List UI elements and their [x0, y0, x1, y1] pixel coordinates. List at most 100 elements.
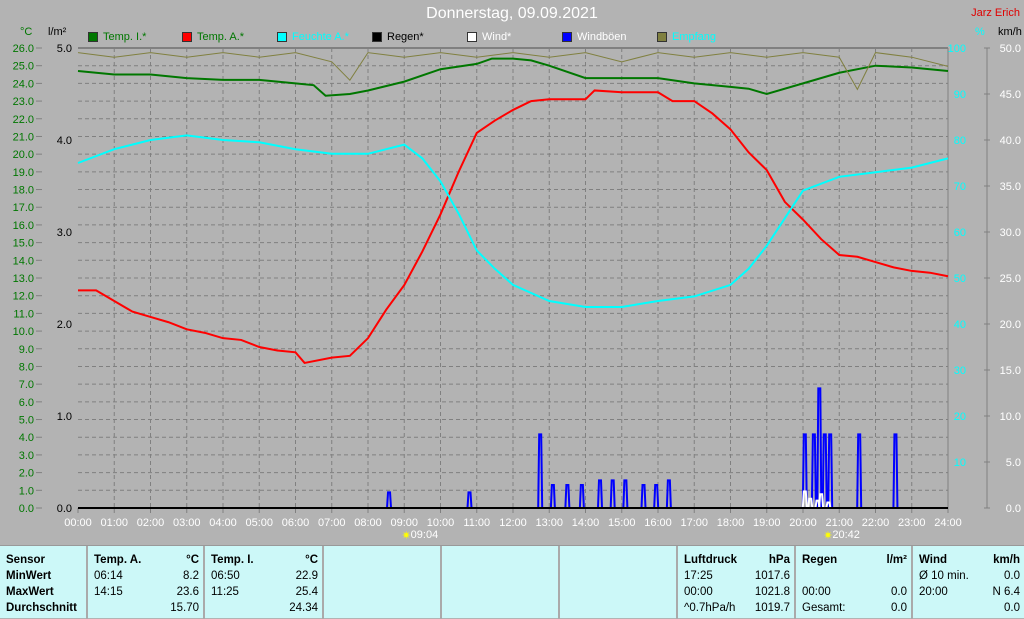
- min-time: 17:25: [684, 570, 713, 582]
- unit: hPa: [768, 554, 790, 566]
- sensor-col: Sensor MinWert MaxWert Durchschnitt: [0, 546, 88, 619]
- temp-tick: 11.0: [13, 308, 34, 320]
- sunrise-time: 09:04: [411, 529, 439, 541]
- x-tick: 01:00: [100, 517, 128, 529]
- rain-tick: 3.0: [57, 227, 72, 239]
- x-tick: 03:00: [173, 517, 201, 529]
- temp-tick: 9.0: [19, 344, 34, 356]
- wind-tick: 0.0: [1006, 503, 1021, 515]
- temp-tick: 7.0: [19, 379, 34, 391]
- rain-tick: 2.0: [57, 319, 72, 331]
- avg-val: 24.34: [289, 602, 318, 614]
- temp-tick: 16.0: [13, 220, 34, 232]
- x-tick: 17:00: [680, 517, 708, 529]
- rain-tick: 4.0: [57, 135, 72, 147]
- wind-tick: 20.0: [1000, 319, 1021, 331]
- gust-val: 0.0: [1004, 602, 1020, 614]
- temp-tick: 13.0: [13, 273, 34, 285]
- x-tick: 13:00: [535, 517, 563, 529]
- avg-val: 0.0: [1004, 570, 1020, 582]
- wind-tick: 25.0: [1000, 273, 1021, 285]
- temp-tick: 23.0: [13, 96, 34, 108]
- max-time: 20:00: [919, 586, 948, 598]
- temp-tick: 4.0: [19, 432, 34, 444]
- wind-tick: 5.0: [1006, 457, 1021, 469]
- hum-tick: 20: [954, 411, 966, 423]
- min-val: 22.9: [295, 570, 318, 582]
- tempA-col: Temp. A. °C 06:14 8.2 14:15 23.6 15.70: [88, 546, 205, 619]
- min-time: 06:50: [211, 570, 240, 582]
- temp-tick: 1.0: [19, 485, 34, 497]
- pressure-col: Luftdruck hPa 17:25 1017.6 00:00 1021.8 ^0.…: [678, 546, 796, 619]
- unit: l/m²: [886, 554, 907, 566]
- total-val: 0.0: [891, 602, 907, 614]
- temp-tick: 26.0: [13, 43, 34, 55]
- min-val: 1017.6: [754, 570, 790, 582]
- wind-tick: 50.0: [1000, 43, 1021, 55]
- temp-tick: 12.0: [13, 291, 34, 303]
- x-tick: 18:00: [717, 517, 745, 529]
- temp-tick: 0.0: [19, 503, 34, 515]
- min-label: MinWert: [6, 570, 52, 582]
- avg-val: 15.70: [170, 602, 199, 614]
- x-tick: 05:00: [245, 517, 273, 529]
- wind-col: Wind km/h Ø 10 min. 0.0 20:00 N 6.4 0.0: [913, 546, 1024, 619]
- wind-tick: 15.0: [1000, 365, 1021, 377]
- hdr: Regen: [802, 554, 838, 566]
- hdr: Luftdruck: [684, 554, 738, 566]
- hum-tick: 10: [954, 457, 966, 469]
- x-tick: 10:00: [427, 517, 455, 529]
- temp-tick: 24.0: [13, 78, 34, 90]
- min-val: 8.2: [183, 570, 199, 582]
- temp-tick: 14.0: [13, 255, 34, 267]
- max-val: N 6.4: [992, 586, 1021, 598]
- x-tick: 15:00: [608, 517, 636, 529]
- x-tick: 16:00: [644, 517, 672, 529]
- max-val: 23.6: [176, 586, 199, 598]
- wind-tick: 35.0: [1000, 181, 1021, 193]
- stats-table: Sensor MinWert MaxWert Durchschnitt Temp…: [0, 545, 1024, 619]
- x-tick: 08:00: [354, 517, 382, 529]
- max-time: 14:15: [94, 586, 123, 598]
- temp-tick: 2.0: [19, 468, 34, 480]
- temp-tick: 8.0: [19, 361, 34, 373]
- total-label: Gesamt:: [802, 602, 846, 614]
- max-time: 00:00: [684, 586, 713, 598]
- empty-col: [560, 546, 678, 619]
- temp-tick: 22.0: [13, 114, 34, 126]
- x-tick: 06:00: [282, 517, 310, 529]
- unit: °C: [186, 554, 199, 566]
- wind-tick: 40.0: [1000, 135, 1021, 147]
- temp-tick: 20.0: [13, 149, 34, 161]
- min-time: 06:14: [94, 570, 123, 582]
- x-tick: 14:00: [572, 517, 600, 529]
- hdr: Temp. A.: [94, 554, 142, 566]
- x-tick: 23:00: [898, 517, 926, 529]
- sunset-time: 20:42: [832, 529, 860, 541]
- chart-svg: 0.0 1.0 2.0 3.0 4.0 5.0 6.0 7.0 8.0 9.0 10.0 11.0 12…: [13, 43, 1021, 542]
- x-tick: 21:00: [825, 517, 853, 529]
- hdr: Wind: [919, 554, 947, 566]
- temp-tick: 19.0: [13, 167, 34, 179]
- max-val: 25.4: [295, 586, 318, 598]
- x-tick: 02:00: [137, 517, 165, 529]
- hum-tick: 30: [954, 365, 966, 377]
- hum-tick: 90: [954, 89, 966, 101]
- avg-label: Durchschnitt: [6, 602, 77, 614]
- x-tick: 24:00: [934, 517, 962, 529]
- sunset-icon: ✷: [823, 530, 832, 542]
- temp-tick: 6.0: [19, 397, 34, 409]
- x-tick: 12:00: [499, 517, 527, 529]
- empty-col: [442, 546, 560, 619]
- x-tick: 19:00: [753, 517, 781, 529]
- wind-tick: 30.0: [1000, 227, 1021, 239]
- x-tick: 09:00: [390, 517, 418, 529]
- x-tick: 22:00: [862, 517, 890, 529]
- hum-tick: 50: [954, 273, 966, 285]
- sunrise-icon: ✷: [402, 530, 411, 542]
- max-time: 00:00: [802, 586, 831, 598]
- max-label: MaxWert: [6, 586, 54, 598]
- hdr: Temp. I.: [211, 554, 254, 566]
- rain-tick: 5.0: [57, 43, 72, 55]
- hum-tick: 80: [954, 135, 966, 147]
